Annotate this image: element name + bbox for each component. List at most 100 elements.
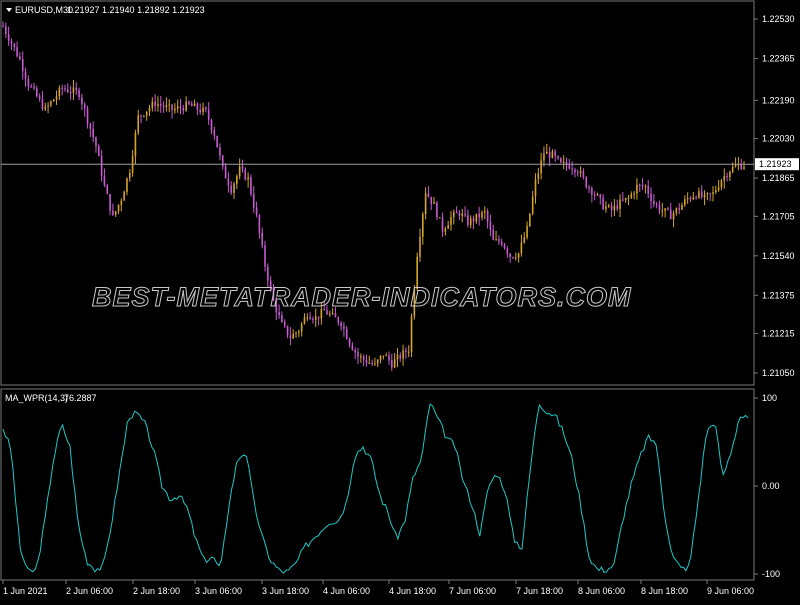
symbol-dropdown-icon[interactable] [6,8,12,12]
candle-body [27,78,30,87]
candle-body [371,362,373,365]
candle-body [667,208,669,210]
candle-body [348,338,351,345]
time-tick-label: 7 Jun 18:00 [516,586,563,596]
candle-body [103,175,106,186]
candle-body [216,135,218,148]
time-tick-label: 8 Jun 18:00 [641,586,688,596]
candle-body [199,109,202,113]
candle-body [298,331,300,333]
chart-terminal: 1.22530 1.22365 1.22190 1.22030 1.21865 1.217… [0,0,800,600]
candle-body [514,257,517,259]
candle-body [97,146,100,157]
candle-body [151,101,154,109]
candle-body [86,108,89,124]
candle-body [5,26,7,34]
candle-body [720,180,723,188]
candle-body [433,202,435,204]
candle-body [698,191,700,198]
candle-body [576,172,579,174]
indicator-value: 76.2887 [64,393,97,403]
candle-body [613,205,616,211]
candle-body [145,111,148,116]
candle-body [78,90,80,98]
candle-body [540,160,542,174]
candle-body [188,101,190,104]
candle-body [669,209,672,220]
candle-body [292,333,295,339]
candle-body [686,198,689,200]
candle-body [162,105,165,108]
candle-body [422,214,424,237]
candle-body [483,211,486,213]
candle-body [354,349,356,353]
candle-body [64,88,66,90]
candle-body [61,88,63,90]
time-tick-label: 1 Jun 2021 [3,586,48,596]
candle-body [461,213,464,216]
candle-body [106,185,109,195]
candle-body [638,184,641,186]
candle-body [506,248,509,254]
candle-body [337,317,340,323]
price-tick-label: 1.22365 [762,53,795,63]
candle-body [176,106,179,109]
candle-body [55,96,58,100]
indicator-tick-label: 0.00 [762,481,780,491]
candle-body [36,88,38,97]
candle-body [289,335,292,339]
candle-body [261,232,264,246]
candle-body [537,173,540,180]
candle-body [230,185,233,193]
candle-body [44,106,47,110]
candle-body [607,205,610,207]
time-tick-label: 8 Jun 06:00 [578,586,625,596]
candle-body [100,156,103,176]
price-tick-label: 1.22530 [762,14,795,24]
candle-body [529,213,531,227]
candle-body [368,362,371,364]
candle-body [650,193,652,201]
candle-body [675,208,678,213]
candle-body [599,194,602,198]
candle-body [317,316,320,319]
candle-body [185,101,187,111]
candle-body [602,197,604,210]
candle-body [382,355,385,357]
candle-body [154,101,156,106]
candle-body [47,105,49,107]
candle-body [627,197,630,199]
price-tick-label: 1.22190 [762,95,795,105]
candle-body [159,103,162,106]
candle-body [717,187,720,191]
ohlc-values: 1.21927 1.21940 1.21892 1.21923 [67,5,205,15]
candle-body [486,211,489,222]
candle-body [455,212,458,214]
candle-body [10,40,13,44]
candle-body [345,328,348,339]
candle-body [436,202,438,218]
candle-body [545,152,548,154]
candle-body [551,151,554,158]
chart-canvas[interactable]: 1.22530 1.22365 1.22190 1.22030 1.21865 1.217… [0,0,800,600]
candle-body [174,108,176,111]
candle-body [692,197,695,200]
candle-body [286,325,289,336]
candle-body [258,215,261,233]
candle-body [241,166,244,170]
candle-body [334,313,337,318]
candle-body [283,322,286,326]
candle-body [585,177,588,188]
watermark: BEST-METATRADER-INDICATORS.COM [92,282,631,312]
candle-body [441,217,444,232]
candle-body [312,318,314,320]
candle-body [244,169,247,180]
candle-body [219,147,221,156]
candle-body [69,92,72,94]
time-tick-label: 7 Jun 06:00 [449,586,496,596]
candle-body [517,253,520,258]
candle-body [365,359,368,364]
candle-body [250,177,252,194]
candle-body [520,242,523,254]
candle-body [374,363,376,365]
